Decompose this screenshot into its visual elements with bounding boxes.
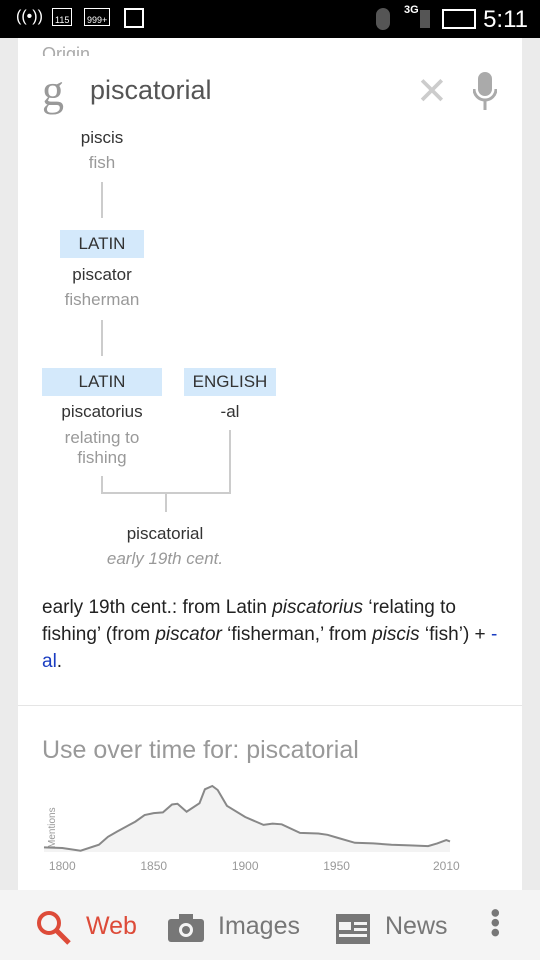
usage-title: Use over time for: piscatorial (42, 736, 359, 764)
status-bar: ((•)) 115 999+ 3G 5:11 (0, 0, 540, 38)
usage-chart: Mentions 1800 1850 1900 1950 2010 (43, 784, 460, 873)
x-tick-label: 1850 (140, 859, 167, 873)
mail-notification-icon: 115 (52, 8, 73, 26)
language-tag: LATIN (42, 368, 162, 396)
origin-heading: Origin (42, 44, 91, 56)
tab-web-label: Web (86, 912, 137, 940)
etym-word: piscator (72, 265, 132, 284)
usage-area (44, 786, 450, 852)
bottom-nav: Web Images News ••• (0, 890, 540, 960)
search-input[interactable]: piscatorial (90, 75, 212, 106)
clear-icon[interactable]: ✕ (416, 69, 448, 114)
clock: 5:11 (483, 6, 528, 33)
etym-word: piscatorius (61, 402, 143, 421)
text: early 19th cent.: from Latin (42, 597, 273, 618)
divider (18, 705, 522, 706)
newspaper-icon (336, 914, 370, 944)
text: piscis (372, 624, 420, 645)
camera-icon (168, 914, 204, 942)
arrow-down-icon (101, 320, 103, 356)
etym-result-date: early 19th cent. (106, 549, 224, 568)
arrow-down-icon (101, 182, 103, 218)
google-logo-icon: g (42, 66, 64, 115)
x-tick-label: 1900 (232, 859, 259, 873)
x-tick-label: 2010 (433, 859, 460, 873)
etym-word: -al (220, 402, 240, 421)
arrow-down-icon (165, 492, 167, 512)
language-tag: LATIN (60, 230, 144, 258)
mail-notification-icon: 999+ (84, 8, 111, 26)
search-bar[interactable]: g piscatorial ✕ (18, 57, 522, 127)
search-icon (37, 911, 71, 945)
text: ‘fish’) + (419, 624, 491, 645)
battery-charging-icon (442, 9, 476, 29)
etym-meaning: fisherman (64, 290, 140, 309)
etymology-description: early 19th cent.: from Latin piscatorius… (42, 594, 512, 675)
microphone-icon[interactable] (473, 72, 497, 112)
overflow-menu-icon[interactable]: ••• (480, 908, 511, 937)
language-tag: ENGLISH (184, 368, 276, 396)
text: ‘fisherman,’ from (221, 624, 373, 645)
etym-result-word: piscatorial (126, 524, 204, 543)
etym-word: piscis (80, 128, 124, 147)
x-tick-label: 1950 (323, 859, 350, 873)
tab-news-label: News (385, 912, 448, 940)
text: piscator (155, 624, 222, 645)
y-axis-label: Mentions (47, 807, 58, 848)
etym-meaning: fish (88, 153, 116, 172)
bluetooth-icon (376, 8, 390, 30)
connector (229, 430, 231, 493)
network-type: 3G (404, 4, 419, 16)
x-tick-label: 1800 (49, 859, 76, 873)
wireless-icon: ((•)) (16, 8, 43, 25)
image-icon (124, 8, 144, 28)
connector (101, 476, 103, 493)
text: piscatorius (272, 597, 364, 618)
tab-images-label: Images (218, 912, 300, 940)
etym-meaning: relating to fishing (64, 428, 140, 467)
text: . (56, 651, 63, 672)
signal-icon (420, 10, 430, 28)
